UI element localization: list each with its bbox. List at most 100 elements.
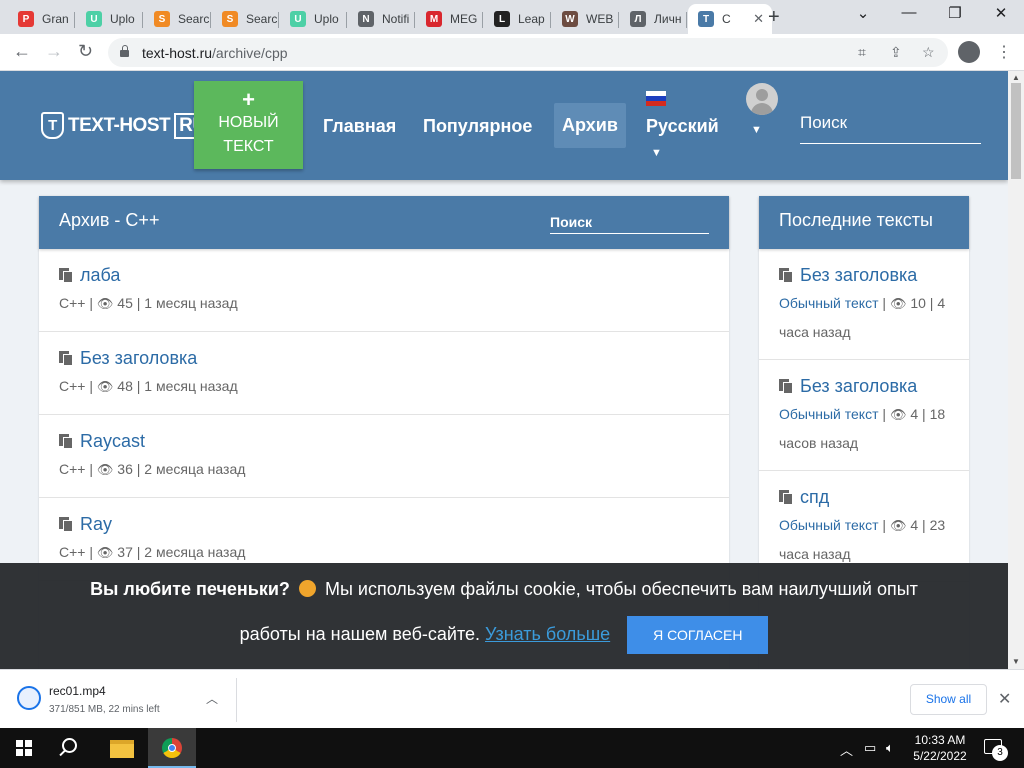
- downloads-shelf: rec01.mp4 371/851 MB, 22 mins left ︿ Sho…: [0, 669, 1024, 728]
- tab-favicon-icon: N: [358, 11, 374, 27]
- lock-icon: [120, 45, 129, 57]
- tab-separator: [142, 12, 143, 28]
- new-text-button[interactable]: + НОВЫЙ ТЕКСТ: [194, 81, 303, 169]
- tab-separator: [278, 12, 279, 28]
- tab-search-icon[interactable]: ⌄: [840, 4, 886, 22]
- document-icon: [59, 516, 73, 532]
- minimize-icon[interactable]: —: [886, 4, 932, 21]
- nav-archive[interactable]: Архив: [554, 103, 626, 148]
- browser-tab[interactable]: S Searc: [212, 4, 279, 34]
- cookie-question: Вы любите печеньки?: [90, 579, 290, 599]
- archive-item-link[interactable]: Raycast: [59, 429, 709, 453]
- archive-item-link[interactable]: лаба: [59, 263, 709, 287]
- nav-popular[interactable]: Популярное: [423, 116, 532, 137]
- network-icon[interactable]: ▭: [864, 740, 876, 756]
- browser-tab[interactable]: T C ✕: [688, 4, 772, 34]
- eye-icon: 👁︎: [96, 296, 114, 311]
- item-language: C++: [59, 544, 86, 560]
- cookie-banner: Вы любите печеньки? Мы используем файлы …: [0, 563, 1008, 669]
- new-text-label: НОВЫЙ ТЕКСТ: [218, 114, 279, 155]
- recent-item-link[interactable]: Без заголовка: [779, 374, 949, 398]
- clock-time: 10:33 AM: [914, 733, 966, 747]
- browser-tab[interactable]: W WEB: [552, 4, 619, 34]
- scrollbar-thumb[interactable]: [1011, 83, 1021, 179]
- archive-search-input[interactable]: Поиск: [550, 214, 709, 234]
- recent-item: Без заголовка Обычный текст | 👁︎ 10 | 4 ч…: [759, 249, 969, 360]
- logo-shield-icon: T: [41, 112, 64, 139]
- archive-item-title: Без заголовка: [80, 347, 198, 368]
- translate-icon[interactable]: ⌗: [858, 44, 866, 61]
- page-scrollbar[interactable]: ▲ ▼: [1008, 71, 1024, 669]
- user-menu-caret-icon[interactable]: ▼: [751, 124, 762, 136]
- archive-item-link[interactable]: Ray: [59, 512, 709, 536]
- clock-date: 5/22/2022: [913, 749, 967, 763]
- tab-title: Личн: [654, 12, 682, 26]
- new-tab-button[interactable]: +: [768, 6, 780, 29]
- bookmark-star-icon[interactable]: ☆: [922, 44, 935, 61]
- nav-home[interactable]: Главная: [323, 116, 396, 137]
- browser-tab[interactable]: Л Личн: [620, 4, 687, 34]
- download-chevron-up-icon[interactable]: ︿: [206, 690, 218, 707]
- profile-icon[interactable]: [958, 41, 980, 63]
- item-type-link[interactable]: Обычный текст: [779, 406, 879, 422]
- browser-tab[interactable]: P Gran: [8, 4, 75, 34]
- recent-item-link[interactable]: спд: [779, 485, 949, 509]
- share-icon[interactable]: ⇪: [890, 44, 902, 61]
- archive-item-link[interactable]: Без заголовка: [59, 346, 709, 370]
- tray-chevron-icon[interactable]: ︿: [840, 740, 853, 759]
- file-explorer-icon[interactable]: [110, 740, 134, 758]
- item-views: 4: [910, 406, 919, 422]
- page-viewport: T TEXT-HOST RU + НОВЫЙ ТЕКСТ Главная Поп…: [0, 71, 1008, 669]
- url-text: text-host.ru/archive/cpp: [142, 45, 288, 61]
- reload-icon[interactable]: ↻: [78, 41, 93, 62]
- archive-title: Архив - C++: [59, 210, 160, 230]
- browser-tab[interactable]: U Uplo: [76, 4, 143, 34]
- chrome-taskbar-icon[interactable]: [148, 728, 196, 768]
- language-selector[interactable]: Русский: [646, 116, 719, 137]
- eye-icon: 👁︎: [889, 296, 907, 311]
- download-filename[interactable]: rec01.mp4: [49, 684, 106, 698]
- taskbar-clock[interactable]: 10:33 AM 5/22/2022: [910, 732, 970, 764]
- recent-item-link[interactable]: Без заголовка: [779, 263, 949, 287]
- recent-item-title: Без заголовка: [800, 264, 918, 285]
- browser-menu-icon[interactable]: ⋮: [996, 42, 1012, 62]
- shelf-divider: [236, 678, 237, 722]
- shelf-close-icon[interactable]: ✕: [998, 689, 1011, 709]
- taskbar-search-icon[interactable]: [62, 738, 77, 753]
- eye-icon: 👁︎: [96, 379, 114, 394]
- volume-icon[interactable]: 🔈︎: [886, 740, 894, 756]
- item-views: 36: [117, 461, 133, 477]
- header-search-input[interactable]: Поиск: [800, 111, 981, 144]
- show-all-button[interactable]: Show all: [910, 684, 987, 715]
- archive-item: лаба C++ | 👁︎ 45 | 1 месяц назад: [39, 249, 729, 332]
- back-icon[interactable]: ←: [13, 41, 31, 62]
- browser-tab[interactable]: N Notifi: [348, 4, 415, 34]
- browser-tab[interactable]: M MEG: [416, 4, 483, 34]
- tab-separator: [686, 12, 687, 28]
- restore-icon[interactable]: ❐: [932, 4, 978, 22]
- scroll-up-icon[interactable]: ▲: [1012, 73, 1020, 82]
- browser-tab[interactable]: S Searc: [144, 4, 211, 34]
- language-caret-icon[interactable]: ▼: [651, 147, 662, 159]
- cookie-learn-more-link[interactable]: Узнать больше: [485, 624, 610, 644]
- user-avatar[interactable]: [746, 83, 778, 115]
- download-status: 371/851 MB, 22 mins left: [49, 704, 160, 715]
- archive-list: лаба C++ | 👁︎ 45 | 1 месяц назад Без загол…: [39, 249, 729, 581]
- browser-tab[interactable]: L Leap: [484, 4, 551, 34]
- scroll-down-icon[interactable]: ▼: [1012, 657, 1020, 666]
- archive-item: Без заголовка C++ | 👁︎ 48 | 1 месяц назад: [39, 332, 729, 415]
- window-close-icon[interactable]: ✕: [978, 4, 1024, 22]
- tab-close-icon[interactable]: ✕: [753, 11, 764, 27]
- eye-icon: 👁︎: [889, 407, 907, 422]
- cookie-agree-button[interactable]: Я СОГЛАСЕН: [627, 616, 769, 654]
- recent-texts-header: Последние тексты: [759, 196, 969, 249]
- browser-tab[interactable]: U Uplo: [280, 4, 347, 34]
- address-bar[interactable]: text-host.ru/archive/cpp ⌗ ⇪ ☆: [108, 38, 948, 67]
- windows-start-icon[interactable]: [16, 740, 32, 756]
- item-type-link[interactable]: Обычный текст: [779, 295, 879, 311]
- tab-title: Uplo: [314, 12, 339, 26]
- item-type-link[interactable]: Обычный текст: [779, 517, 879, 533]
- item-views: 4: [910, 517, 919, 533]
- site-logo[interactable]: T TEXT-HOST RU: [41, 112, 211, 139]
- forward-icon[interactable]: →: [45, 41, 63, 62]
